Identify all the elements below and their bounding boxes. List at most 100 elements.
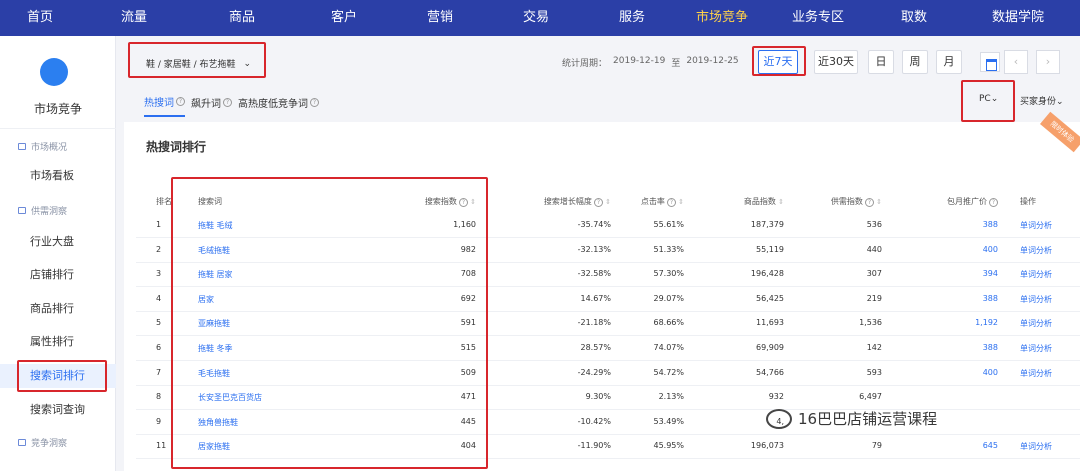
table-cell: 14.67% bbox=[580, 293, 611, 303]
nav-item-9[interactable]: 取数 bbox=[872, 0, 956, 36]
search-term-link[interactable]: 拖鞋 毛绒 bbox=[198, 220, 328, 231]
table-header[interactable]: 搜索指数? ⇕ bbox=[356, 196, 476, 207]
table-cell: 9 bbox=[156, 416, 162, 426]
table-cell[interactable]: 394 bbox=[894, 269, 998, 278]
table-cell: 7 bbox=[156, 367, 162, 377]
prev-arrow-icon[interactable]: ‹ bbox=[1004, 50, 1028, 74]
building-icon bbox=[18, 207, 26, 214]
nav-item-1[interactable]: 流量 bbox=[80, 0, 188, 36]
table-header[interactable]: 搜索增长幅度? ⇕ bbox=[511, 196, 611, 207]
device-select[interactable]: PC⌄ bbox=[979, 94, 998, 104]
table-cell: 692 bbox=[460, 293, 476, 303]
nav-item-4[interactable]: 营销 bbox=[392, 0, 488, 36]
sidebar-item-shop-rank[interactable]: 店铺排行 bbox=[0, 263, 116, 287]
search-term-link[interactable]: 居家 bbox=[198, 294, 328, 305]
nav-item-6[interactable]: 服务 bbox=[584, 0, 680, 36]
sort-icon[interactable]: ⇕ bbox=[676, 198, 684, 206]
wechat-icon bbox=[766, 408, 792, 429]
search-term-link[interactable]: 独角兽拖鞋 bbox=[198, 417, 328, 428]
table-cell: 6,497 bbox=[859, 392, 882, 402]
table-cell: 440 bbox=[866, 244, 882, 254]
table-cell: 11 bbox=[156, 441, 167, 451]
sort-icon[interactable]: ⇕ bbox=[776, 198, 784, 206]
table-header[interactable]: 包月推广价? bbox=[894, 196, 998, 207]
sidebar-item-market-board[interactable]: 市场看板 bbox=[0, 164, 116, 188]
sidebar-item-attr-rank[interactable]: 属性排行 bbox=[0, 330, 116, 354]
table-cell: -24.29% bbox=[577, 367, 611, 377]
building-icon bbox=[18, 439, 26, 446]
table-cell: 2 bbox=[156, 244, 162, 254]
analysis-link[interactable]: 单词分析 bbox=[1020, 318, 1076, 329]
nav-item-3[interactable]: 客户 bbox=[296, 0, 392, 36]
table-cell[interactable]: 645 bbox=[894, 441, 998, 450]
analysis-link[interactable]: 单词分析 bbox=[1020, 441, 1076, 452]
analysis-link[interactable]: 单词分析 bbox=[1020, 368, 1076, 379]
table-cell: 6 bbox=[156, 343, 162, 352]
nav-item-8[interactable]: 业务专区 bbox=[764, 0, 872, 36]
nav-item-0[interactable]: 首页 bbox=[0, 0, 80, 36]
table-cell: 28.57% bbox=[580, 343, 611, 352]
table-cell: 509 bbox=[460, 367, 476, 377]
table-cell[interactable]: 388 bbox=[894, 294, 998, 303]
search-term-link[interactable]: 亚麻拖鞋 bbox=[198, 318, 328, 329]
sidebar-item-industry[interactable]: 行业大盘 bbox=[0, 230, 116, 254]
table-cell: 219 bbox=[866, 293, 882, 303]
sidebar-item-goods-rank[interactable]: 商品排行 bbox=[0, 297, 116, 321]
table-cell: 51.33% bbox=[653, 244, 684, 254]
main-content: 鞋 / 家居鞋 / 布艺拖鞋 ⌄ 统计周期： 2019-12-19 至 2019-12-… bbox=[122, 36, 1080, 471]
table-cell[interactable]: 400 bbox=[894, 368, 998, 377]
search-term-link[interactable]: 长安圣巴克百货店 bbox=[198, 392, 328, 403]
table-cell: 445 bbox=[460, 416, 476, 426]
help-icon: ? bbox=[458, 198, 468, 207]
table-header[interactable]: 商品指数 ⇕ bbox=[698, 196, 784, 207]
range-30d-button[interactable]: 近30天 bbox=[814, 50, 858, 74]
sidebar-group-competition: 竞争洞察 bbox=[18, 436, 67, 449]
tab-rising[interactable]: 飙升词? bbox=[191, 94, 232, 117]
nav-item-10[interactable]: 数据学院 bbox=[956, 0, 1080, 36]
range-7d-button[interactable]: 近7天 bbox=[758, 50, 798, 74]
tab-low-competition[interactable]: 高热度低竞争词? bbox=[238, 94, 319, 117]
market-chart-icon bbox=[40, 58, 68, 86]
sidebar-group-supply: 供需洞察 bbox=[18, 204, 67, 217]
table-cell: 515 bbox=[460, 343, 476, 352]
search-term-link[interactable]: 居家拖鞋 bbox=[198, 441, 328, 452]
table-header[interactable]: 点击率? ⇕ bbox=[618, 196, 684, 207]
table-cell: 74.07% bbox=[653, 343, 684, 352]
table-header[interactable]: 供需指数? ⇕ bbox=[796, 196, 882, 207]
range-day-button[interactable]: 日 bbox=[868, 50, 894, 74]
sidebar-item-search-query[interactable]: 搜索词查询 bbox=[0, 398, 116, 422]
table-cell[interactable]: 400 bbox=[894, 245, 998, 254]
table-cell[interactable]: 388 bbox=[894, 220, 998, 229]
buyer-select[interactable]: 买家身份⌄ bbox=[1020, 94, 1064, 107]
category-selector[interactable]: 鞋 / 家居鞋 / 布艺拖鞋 ⌄ bbox=[146, 57, 251, 71]
sidebar-item-search-rank[interactable]: 搜索词排行 bbox=[0, 364, 116, 388]
calendar-icon[interactable] bbox=[980, 52, 1000, 72]
table-cell: 57.30% bbox=[653, 269, 684, 279]
search-term-link[interactable]: 毛绒拖鞋 bbox=[198, 245, 328, 256]
table-cell: -32.58% bbox=[577, 269, 611, 279]
next-arrow-icon[interactable]: › bbox=[1036, 50, 1060, 74]
tab-hot[interactable]: 热搜词? bbox=[144, 94, 185, 117]
table-cell[interactable]: 1,192 bbox=[894, 318, 998, 327]
nav-item-5[interactable]: 交易 bbox=[488, 0, 584, 36]
sort-icon[interactable]: ⇕ bbox=[603, 198, 611, 206]
range-month-button[interactable]: 月 bbox=[936, 50, 962, 74]
nav-item-2[interactable]: 商品 bbox=[188, 0, 296, 36]
analysis-link[interactable]: 单词分析 bbox=[1020, 343, 1076, 354]
table-row: 11 居家拖鞋 404 -11.90% 45.95% 196,073 79 645 单词分析 bbox=[136, 435, 1080, 460]
table-cell[interactable]: 388 bbox=[894, 343, 998, 352]
table-cell: 3 bbox=[156, 269, 162, 279]
table-cell: 55,119 bbox=[756, 244, 784, 254]
search-term-link[interactable]: 毛毛拖鞋 bbox=[198, 368, 328, 379]
nav-item-7[interactable]: 市场竞争 bbox=[680, 0, 764, 36]
search-term-link[interactable]: 拖鞋 冬季 bbox=[198, 343, 328, 354]
analysis-link[interactable]: 单词分析 bbox=[1020, 294, 1076, 305]
sort-icon[interactable]: ⇕ bbox=[468, 198, 476, 206]
analysis-link[interactable]: 单词分析 bbox=[1020, 220, 1076, 231]
analysis-link[interactable]: 单词分析 bbox=[1020, 245, 1076, 256]
table-cell: 79 bbox=[871, 441, 882, 451]
sort-icon[interactable]: ⇕ bbox=[874, 198, 882, 206]
search-term-link[interactable]: 拖鞋 居家 bbox=[198, 269, 328, 280]
analysis-link[interactable]: 单词分析 bbox=[1020, 269, 1076, 280]
range-week-button[interactable]: 周 bbox=[902, 50, 928, 74]
